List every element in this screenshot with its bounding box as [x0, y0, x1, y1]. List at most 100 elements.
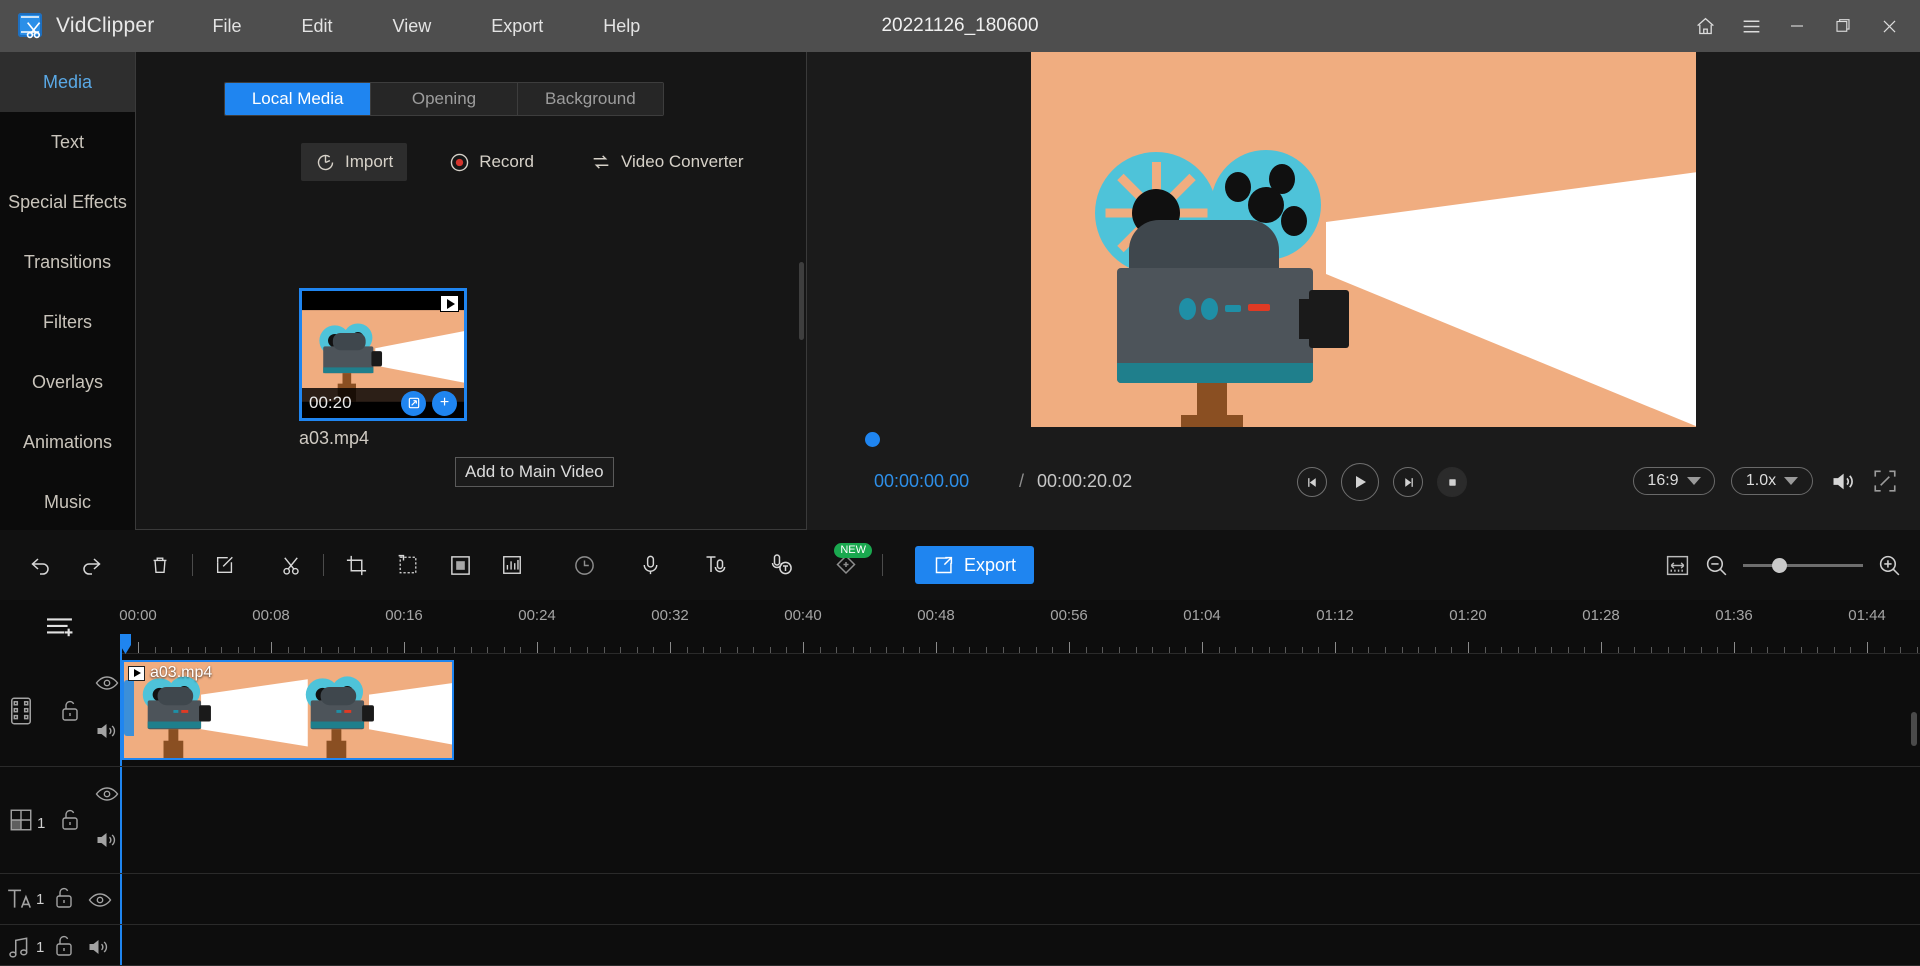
sidebar-item-transitions[interactable]: Transitions	[0, 232, 135, 292]
ruler-tick-minor	[520, 647, 521, 653]
ruler-tick-minor	[1368, 647, 1369, 653]
timeline-clip[interactable]: a03.mp4	[122, 660, 454, 760]
speed-clock-icon[interactable]	[558, 543, 610, 587]
ruler-tick-minor	[205, 647, 206, 653]
timeline-vertical-scrollbar[interactable]	[1911, 712, 1917, 746]
ruler-tick-minor	[1751, 647, 1752, 653]
video-converter-label: Video Converter	[621, 152, 744, 172]
play-button[interactable]	[1341, 463, 1379, 501]
track-audio-number: 1	[36, 939, 44, 956]
add-to-track-icon[interactable]	[401, 391, 426, 416]
zoom-out-icon[interactable]	[1704, 553, 1729, 578]
minimize-icon[interactable]	[1774, 6, 1820, 46]
add-plus-icon[interactable]: +	[432, 391, 457, 416]
import-button[interactable]: Import	[301, 143, 407, 181]
home-icon[interactable]	[1682, 6, 1728, 46]
video-converter-button[interactable]: Video Converter	[576, 143, 758, 181]
edit-icon[interactable]	[199, 543, 251, 587]
timeline-ruler[interactable]: 00:00 00:08 00:16 00:24 00:32 00:40 00:4…	[120, 600, 1920, 654]
eye-icon[interactable]	[95, 674, 119, 692]
track-audio-controls: 1	[0, 925, 120, 965]
pip-layer-icon	[8, 807, 34, 833]
add-track-button[interactable]	[0, 600, 120, 654]
app-name: VidClipper	[56, 14, 155, 38]
lock-icon[interactable]	[52, 885, 76, 910]
record-icon	[449, 152, 470, 173]
aspect-ratio-select[interactable]: 16:9	[1633, 467, 1715, 495]
media-item-card[interactable]: 00:20 +	[299, 288, 467, 421]
scrubber-handle[interactable]	[865, 432, 880, 447]
redo-icon[interactable]	[66, 543, 118, 587]
mosaic-icon[interactable]	[434, 543, 486, 587]
fullscreen-icon[interactable]	[1872, 468, 1898, 494]
ruler-tick-minor	[919, 647, 920, 653]
track-text: 1	[0, 874, 1920, 925]
sidebar-item-special-effects[interactable]: Special Effects	[0, 172, 135, 232]
speaker-icon[interactable]	[86, 936, 111, 958]
preview-scrubber[interactable]	[807, 430, 1920, 452]
ruler-tick-minor	[1717, 647, 1718, 653]
menu-edit[interactable]: Edit	[290, 12, 345, 41]
menu-view[interactable]: View	[381, 12, 444, 41]
menu-icon[interactable]	[1728, 6, 1774, 46]
maximize-icon[interactable]	[1820, 6, 1866, 46]
delete-icon[interactable]	[134, 543, 186, 587]
undo-icon[interactable]	[14, 543, 66, 587]
projector-beam	[1326, 172, 1696, 427]
zoom-in-icon[interactable]	[1877, 553, 1902, 578]
clip-trim-handle-left[interactable]	[124, 680, 134, 736]
tab-background[interactable]: Background	[518, 83, 663, 115]
close-icon[interactable]	[1866, 6, 1912, 46]
crop-icon[interactable]	[330, 543, 382, 587]
clip-label: a03.mp4	[128, 664, 212, 682]
ruler-tick-minor	[1651, 647, 1652, 653]
player-controls: 00:00:00.00 / 00:00:20.02 16:9	[807, 457, 1920, 512]
lock-icon[interactable]	[52, 933, 76, 958]
export-button[interactable]: Export	[915, 546, 1034, 584]
ruler-tick-minor	[1036, 647, 1037, 653]
speech-to-text-icon[interactable]	[756, 543, 808, 587]
menu-file[interactable]: File	[201, 12, 254, 41]
stop-button[interactable]	[1437, 467, 1467, 497]
zoom-slider-handle[interactable]	[1772, 558, 1787, 573]
sidebar-item-media[interactable]: Media	[0, 52, 135, 112]
sidebar-item-music[interactable]: Music	[0, 472, 135, 532]
pip-icon[interactable]	[382, 543, 434, 587]
step-forward-button[interactable]	[1393, 467, 1423, 497]
sidebar-item-text[interactable]: Text	[0, 112, 135, 172]
speaker-icon[interactable]	[94, 720, 119, 742]
ruler-tick-minor	[903, 647, 904, 653]
lock-icon[interactable]	[58, 698, 82, 723]
eye-icon[interactable]	[95, 785, 119, 803]
video-preview[interactable]	[1031, 52, 1696, 427]
preview-play-icon[interactable]	[440, 295, 459, 312]
record-button[interactable]: Record	[435, 143, 548, 181]
ruler-tick-minor	[853, 647, 854, 653]
ruler-tick-major	[138, 642, 139, 653]
menu-export[interactable]: Export	[479, 12, 555, 41]
tab-local-media[interactable]: Local Media	[225, 83, 371, 115]
split-scissors-icon[interactable]	[265, 543, 317, 587]
text-to-speech-icon[interactable]	[690, 543, 742, 587]
eye-icon[interactable]	[88, 891, 112, 909]
step-back-button[interactable]	[1297, 467, 1327, 497]
menu-help[interactable]: Help	[591, 12, 652, 41]
sidebar-item-animations[interactable]: Animations	[0, 412, 135, 472]
ruler-tick-minor	[604, 647, 605, 653]
volume-icon[interactable]	[1829, 468, 1856, 495]
tab-opening[interactable]: Opening	[371, 83, 517, 115]
track-audio: 1	[0, 925, 1920, 966]
clip-name: a03.mp4	[150, 664, 212, 682]
watermark-icon[interactable]: NEW	[820, 543, 872, 587]
voiceover-mic-icon[interactable]	[624, 543, 676, 587]
zoom-slider[interactable]	[1743, 564, 1863, 567]
playback-speed-select[interactable]: 1.0x	[1731, 467, 1813, 495]
fit-timeline-icon[interactable]	[1665, 553, 1690, 578]
speaker-icon[interactable]	[94, 829, 119, 851]
sidebar-item-overlays[interactable]: Overlays	[0, 352, 135, 412]
audio-waveform-icon[interactable]	[486, 543, 538, 587]
lock-icon[interactable]	[58, 807, 82, 832]
sidebar-item-filters[interactable]: Filters	[0, 292, 135, 352]
media-panel-scrollbar[interactable]	[799, 262, 804, 340]
ruler-tick-minor	[1634, 647, 1635, 653]
